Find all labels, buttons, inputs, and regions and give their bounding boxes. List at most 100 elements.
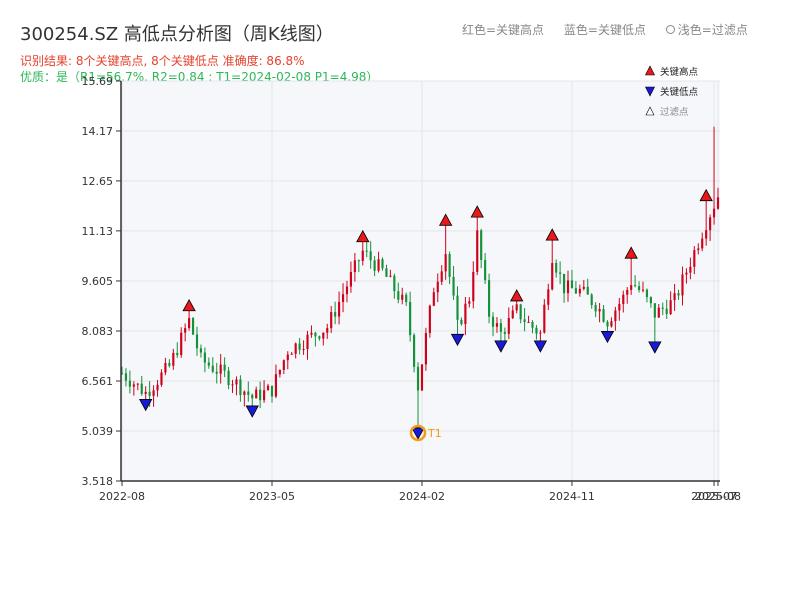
candle-body	[681, 274, 684, 296]
candle-body	[124, 373, 128, 381]
candle-body	[405, 294, 408, 302]
candle-body	[693, 250, 696, 267]
candle-body	[436, 281, 439, 293]
candle-body	[286, 354, 289, 361]
candle-body	[551, 262, 554, 290]
candle-body	[716, 197, 720, 209]
candle-body	[444, 254, 447, 272]
candle-body	[484, 260, 487, 281]
candle-body	[641, 289, 645, 291]
legend-high-label: 关键高点	[660, 66, 699, 78]
candle-body	[373, 260, 376, 271]
candle-body	[381, 259, 384, 269]
candle-body	[665, 308, 668, 315]
candle-body	[709, 217, 712, 231]
candle-body	[235, 379, 238, 385]
candle-body	[697, 248, 700, 251]
candle-body	[511, 310, 514, 319]
candle-body	[594, 305, 597, 312]
candle-body	[326, 328, 329, 333]
candle-body	[231, 384, 234, 386]
candle-body	[578, 288, 581, 294]
candle-body	[476, 230, 479, 272]
candle-body	[535, 327, 538, 334]
legend-filtered-label: 过滤点	[660, 106, 689, 118]
candle-body	[306, 334, 309, 350]
candle-body	[626, 289, 629, 295]
candle-body	[207, 362, 210, 366]
candle-body	[341, 294, 345, 302]
candle-body	[460, 319, 463, 325]
candle-body	[247, 391, 250, 395]
candle-body	[559, 272, 562, 274]
candle-body	[334, 312, 337, 317]
candle-body	[685, 272, 688, 275]
candle-body	[164, 362, 167, 373]
candle-body	[172, 352, 175, 366]
candle-body	[598, 309, 601, 312]
candle-body	[515, 304, 518, 311]
candle-body	[278, 369, 281, 375]
candle-body	[649, 297, 652, 304]
candlestick-chart: T1 3.518 5.039 6.561 8.083 9.605 11.13 12.65 14…	[82, 65, 741, 503]
candle-body	[389, 275, 392, 277]
candle-body	[677, 293, 680, 296]
candle-body	[416, 366, 420, 391]
candle-body	[310, 332, 313, 335]
candle-body	[274, 374, 278, 397]
candle-body	[199, 348, 203, 353]
candle-body	[322, 332, 325, 339]
candle-body	[503, 331, 506, 334]
candle-body	[645, 289, 649, 298]
candle-body	[357, 260, 360, 262]
candle-body	[345, 286, 349, 295]
candle-body	[428, 305, 431, 334]
candle-body	[227, 370, 230, 386]
candle-body	[148, 391, 151, 396]
candle-body	[464, 303, 467, 325]
candle-body	[574, 288, 577, 294]
candle-body	[188, 318, 191, 329]
candle-body	[582, 286, 585, 289]
candle-body	[409, 301, 412, 336]
candle-body	[361, 250, 364, 261]
x-tick-label: 2022-08	[99, 490, 145, 503]
candle-body	[251, 394, 254, 399]
candle-body	[191, 318, 195, 335]
candle-body	[318, 336, 321, 339]
candle-body	[282, 360, 285, 370]
y-tick-label: 15.69	[82, 75, 114, 88]
candle-body	[239, 379, 242, 396]
candle-body	[128, 380, 131, 387]
candle-body	[499, 323, 502, 332]
candle-body	[215, 371, 218, 374]
candle-body	[203, 352, 206, 363]
candle-body	[523, 319, 526, 322]
candle-body	[211, 365, 214, 372]
candle-body	[701, 238, 704, 249]
candle-body	[657, 307, 660, 318]
candle-body	[566, 280, 570, 294]
candle-body	[712, 208, 716, 218]
candle-body	[673, 293, 676, 301]
candle-body	[338, 301, 341, 317]
candle-body	[263, 390, 266, 401]
y-tick-label: 9.605	[82, 275, 114, 288]
y-tick-label: 14.17	[82, 125, 114, 138]
candle-body	[432, 292, 435, 306]
candle-body	[294, 343, 297, 354]
candle-body	[669, 300, 672, 315]
x-tick-label: 2025-08	[695, 490, 741, 503]
candle-body	[266, 385, 270, 391]
candle-body	[302, 349, 305, 351]
candle-body	[527, 321, 530, 323]
y-tick-label: 6.561	[82, 375, 114, 388]
candle-body	[637, 286, 641, 290]
candle-body	[661, 307, 664, 309]
candle-body	[555, 262, 558, 273]
candle-body	[180, 332, 183, 356]
candle-body	[468, 301, 471, 304]
candle-body	[531, 321, 534, 328]
candle-body	[689, 266, 692, 273]
candle-body	[630, 285, 633, 290]
